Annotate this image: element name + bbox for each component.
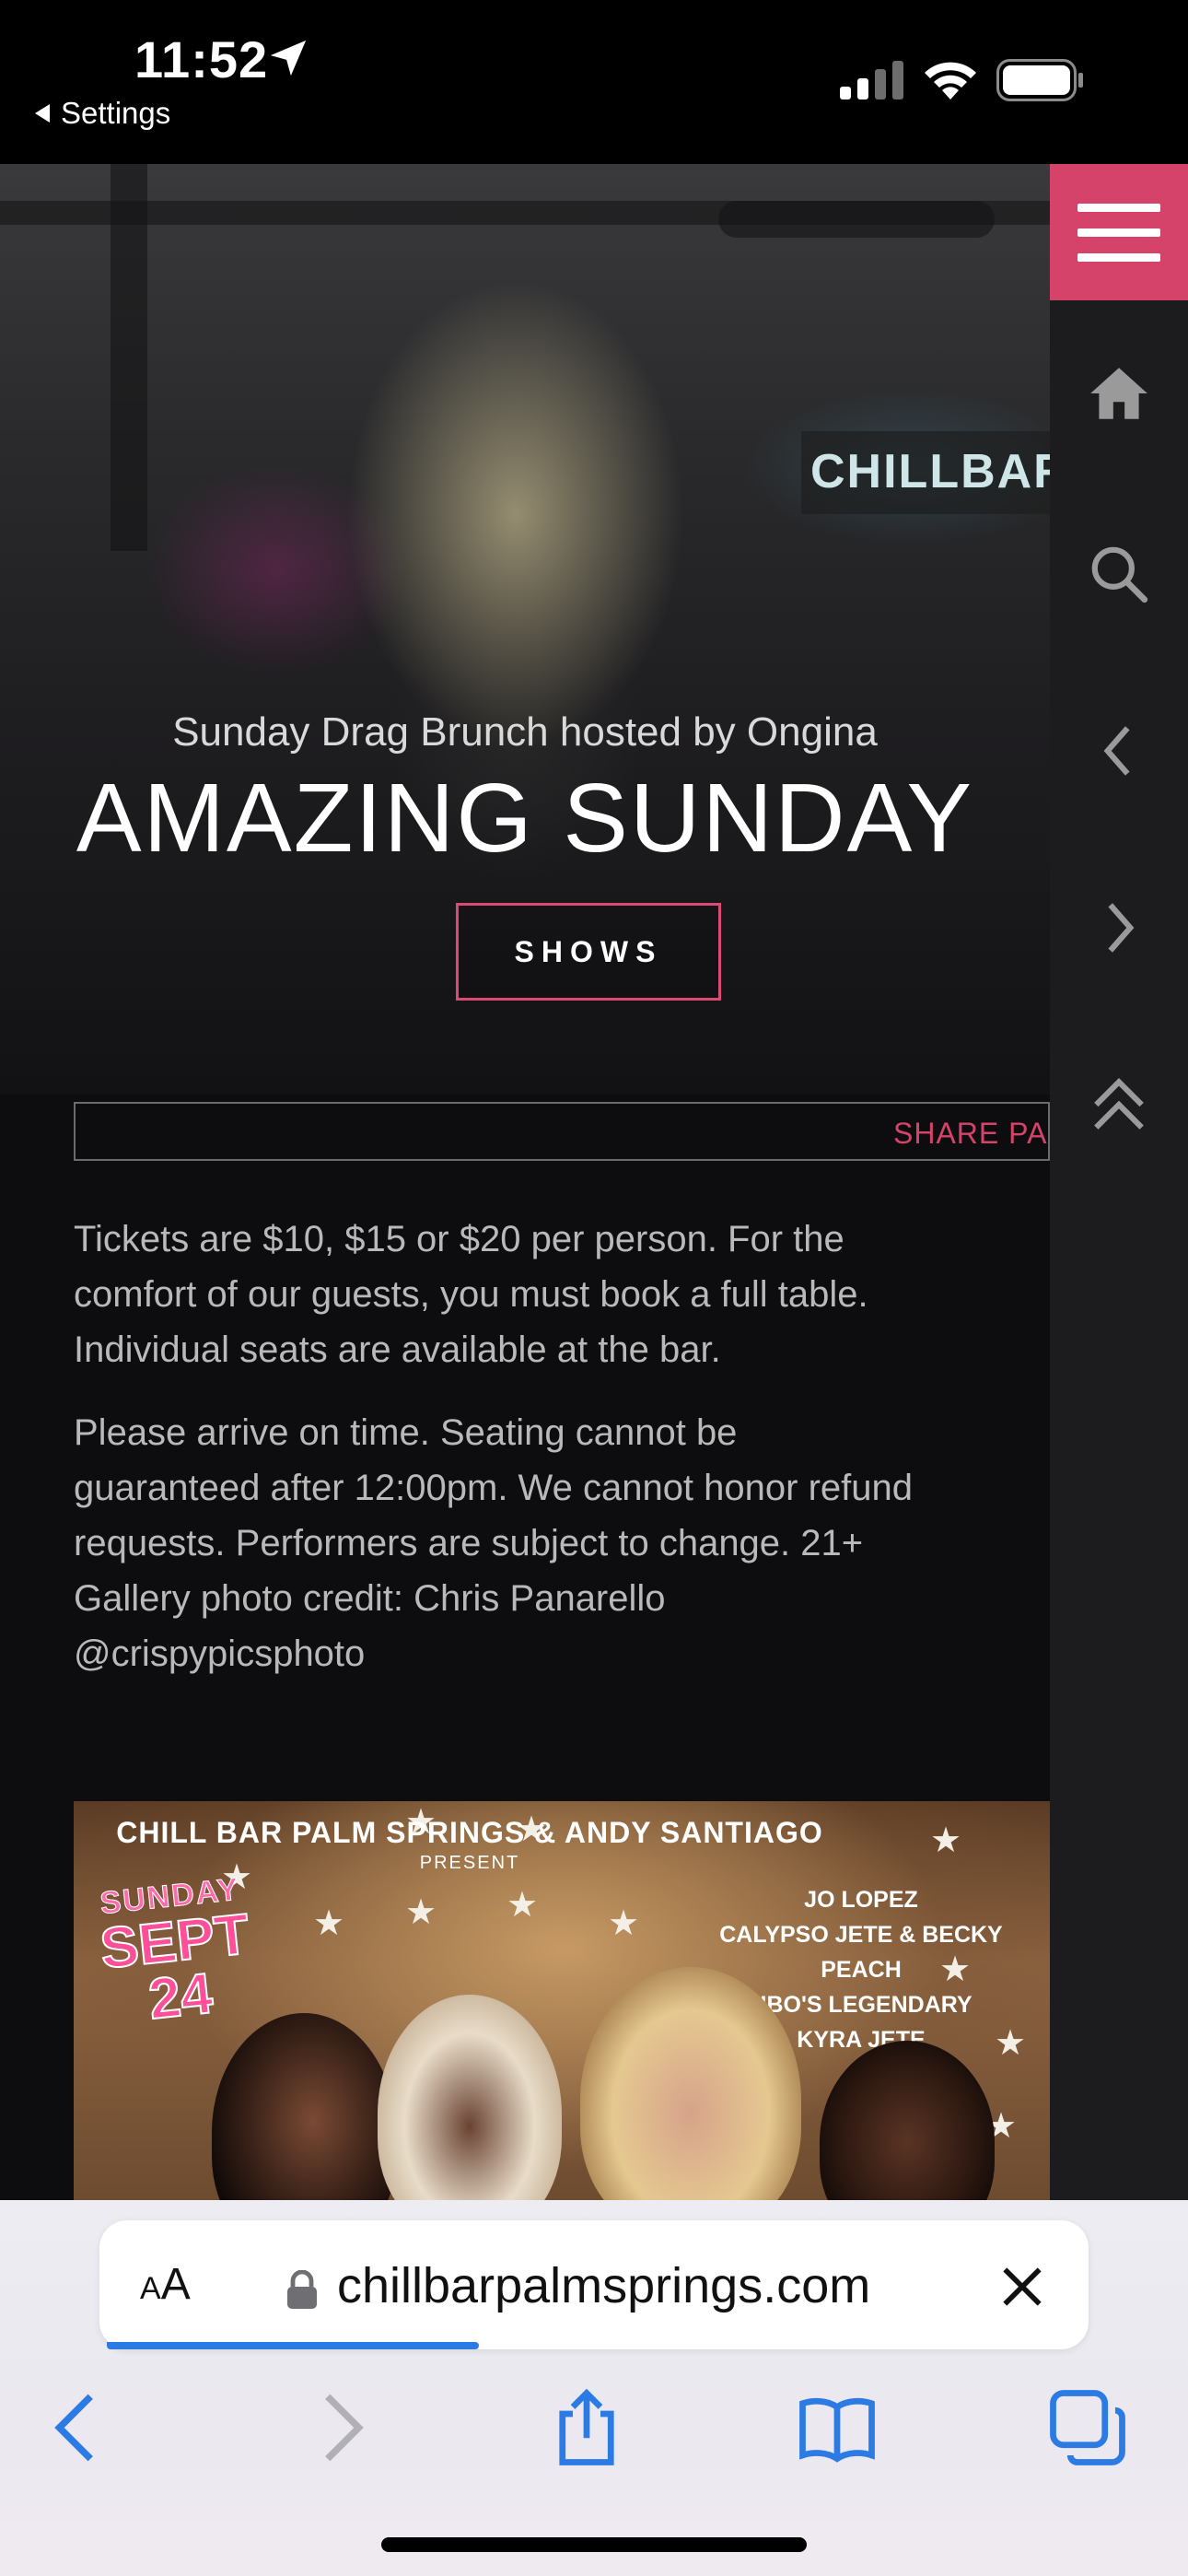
arrival-info-paragraph: Please arrive on time. Seating cannot be… [74,1412,913,1674]
cellular-signal-icon [840,61,903,100]
back-app-label: Settings [61,96,171,130]
double-chevron-up-icon[interactable] [1085,1071,1153,1139]
poster-header: CHILL BAR PALM SPRINGS & ANDY SANTIAGO [116,1816,823,1849]
status-bar: 11:52 Settings [0,0,1188,164]
home-indicator [381,2537,807,2552]
back-icon[interactable] [39,2386,122,2469]
url-text[interactable]: chillbarpalmsprings.com [337,2257,870,2314]
battery-icon [996,59,1083,101]
shows-button[interactable]: SHOWS [456,903,721,1001]
bookmarks-icon[interactable] [796,2386,879,2469]
text-size-button[interactable]: AA [140,2259,191,2310]
tabs-icon[interactable] [1046,2386,1129,2469]
wifi-icon [925,62,976,100]
performer-photo [820,2041,995,2200]
search-icon[interactable] [1085,540,1153,608]
performer-photo [378,1995,562,2200]
hero-subtitle: Sunday Drag Brunch hosted by Ongina [172,709,878,755]
back-to-settings-link[interactable]: Settings [35,96,170,131]
share-page-bar[interactable]: SHARE PAGE [74,1102,1050,1161]
location-arrow-icon [270,40,307,76]
home-icon[interactable] [1085,359,1153,427]
chillbar-neon-sign: CHILLBAR [801,431,1050,514]
menu-icon[interactable] [1050,164,1188,300]
forward-icon[interactable] [297,2386,379,2469]
chevron-right-icon[interactable] [1085,894,1153,962]
clock: 11:52 [134,30,269,88]
lock-icon [287,2270,317,2309]
ticket-info-paragraph: Tickets are $10, $15 or $20 per person. … [74,1219,868,1370]
event-poster-image[interactable]: ★ ★ ★ ★ ★ ★ ★ ★ ★ ★ ★ CHILL BAR PALM SPR… [74,1801,1050,2200]
close-icon[interactable] [996,2261,1048,2313]
back-triangle-icon [35,104,50,123]
share-page-label[interactable]: SHARE PAGE [893,1117,1048,1151]
poster-date: SUNDAY SEPT 24 [97,1871,253,2032]
poster-present: PRESENT [419,1853,520,1873]
side-nav [1050,164,1188,2200]
chevron-left-icon[interactable] [1085,717,1153,785]
page-load-progress [107,2342,479,2349]
hero-title: AMAZING SUNDAY [76,764,974,872]
performer-photo [212,2013,396,2200]
share-icon[interactable] [545,2386,628,2469]
hero-banner: CHILLBAR Sunday Drag Brunch hosted by On… [0,164,1050,1095]
